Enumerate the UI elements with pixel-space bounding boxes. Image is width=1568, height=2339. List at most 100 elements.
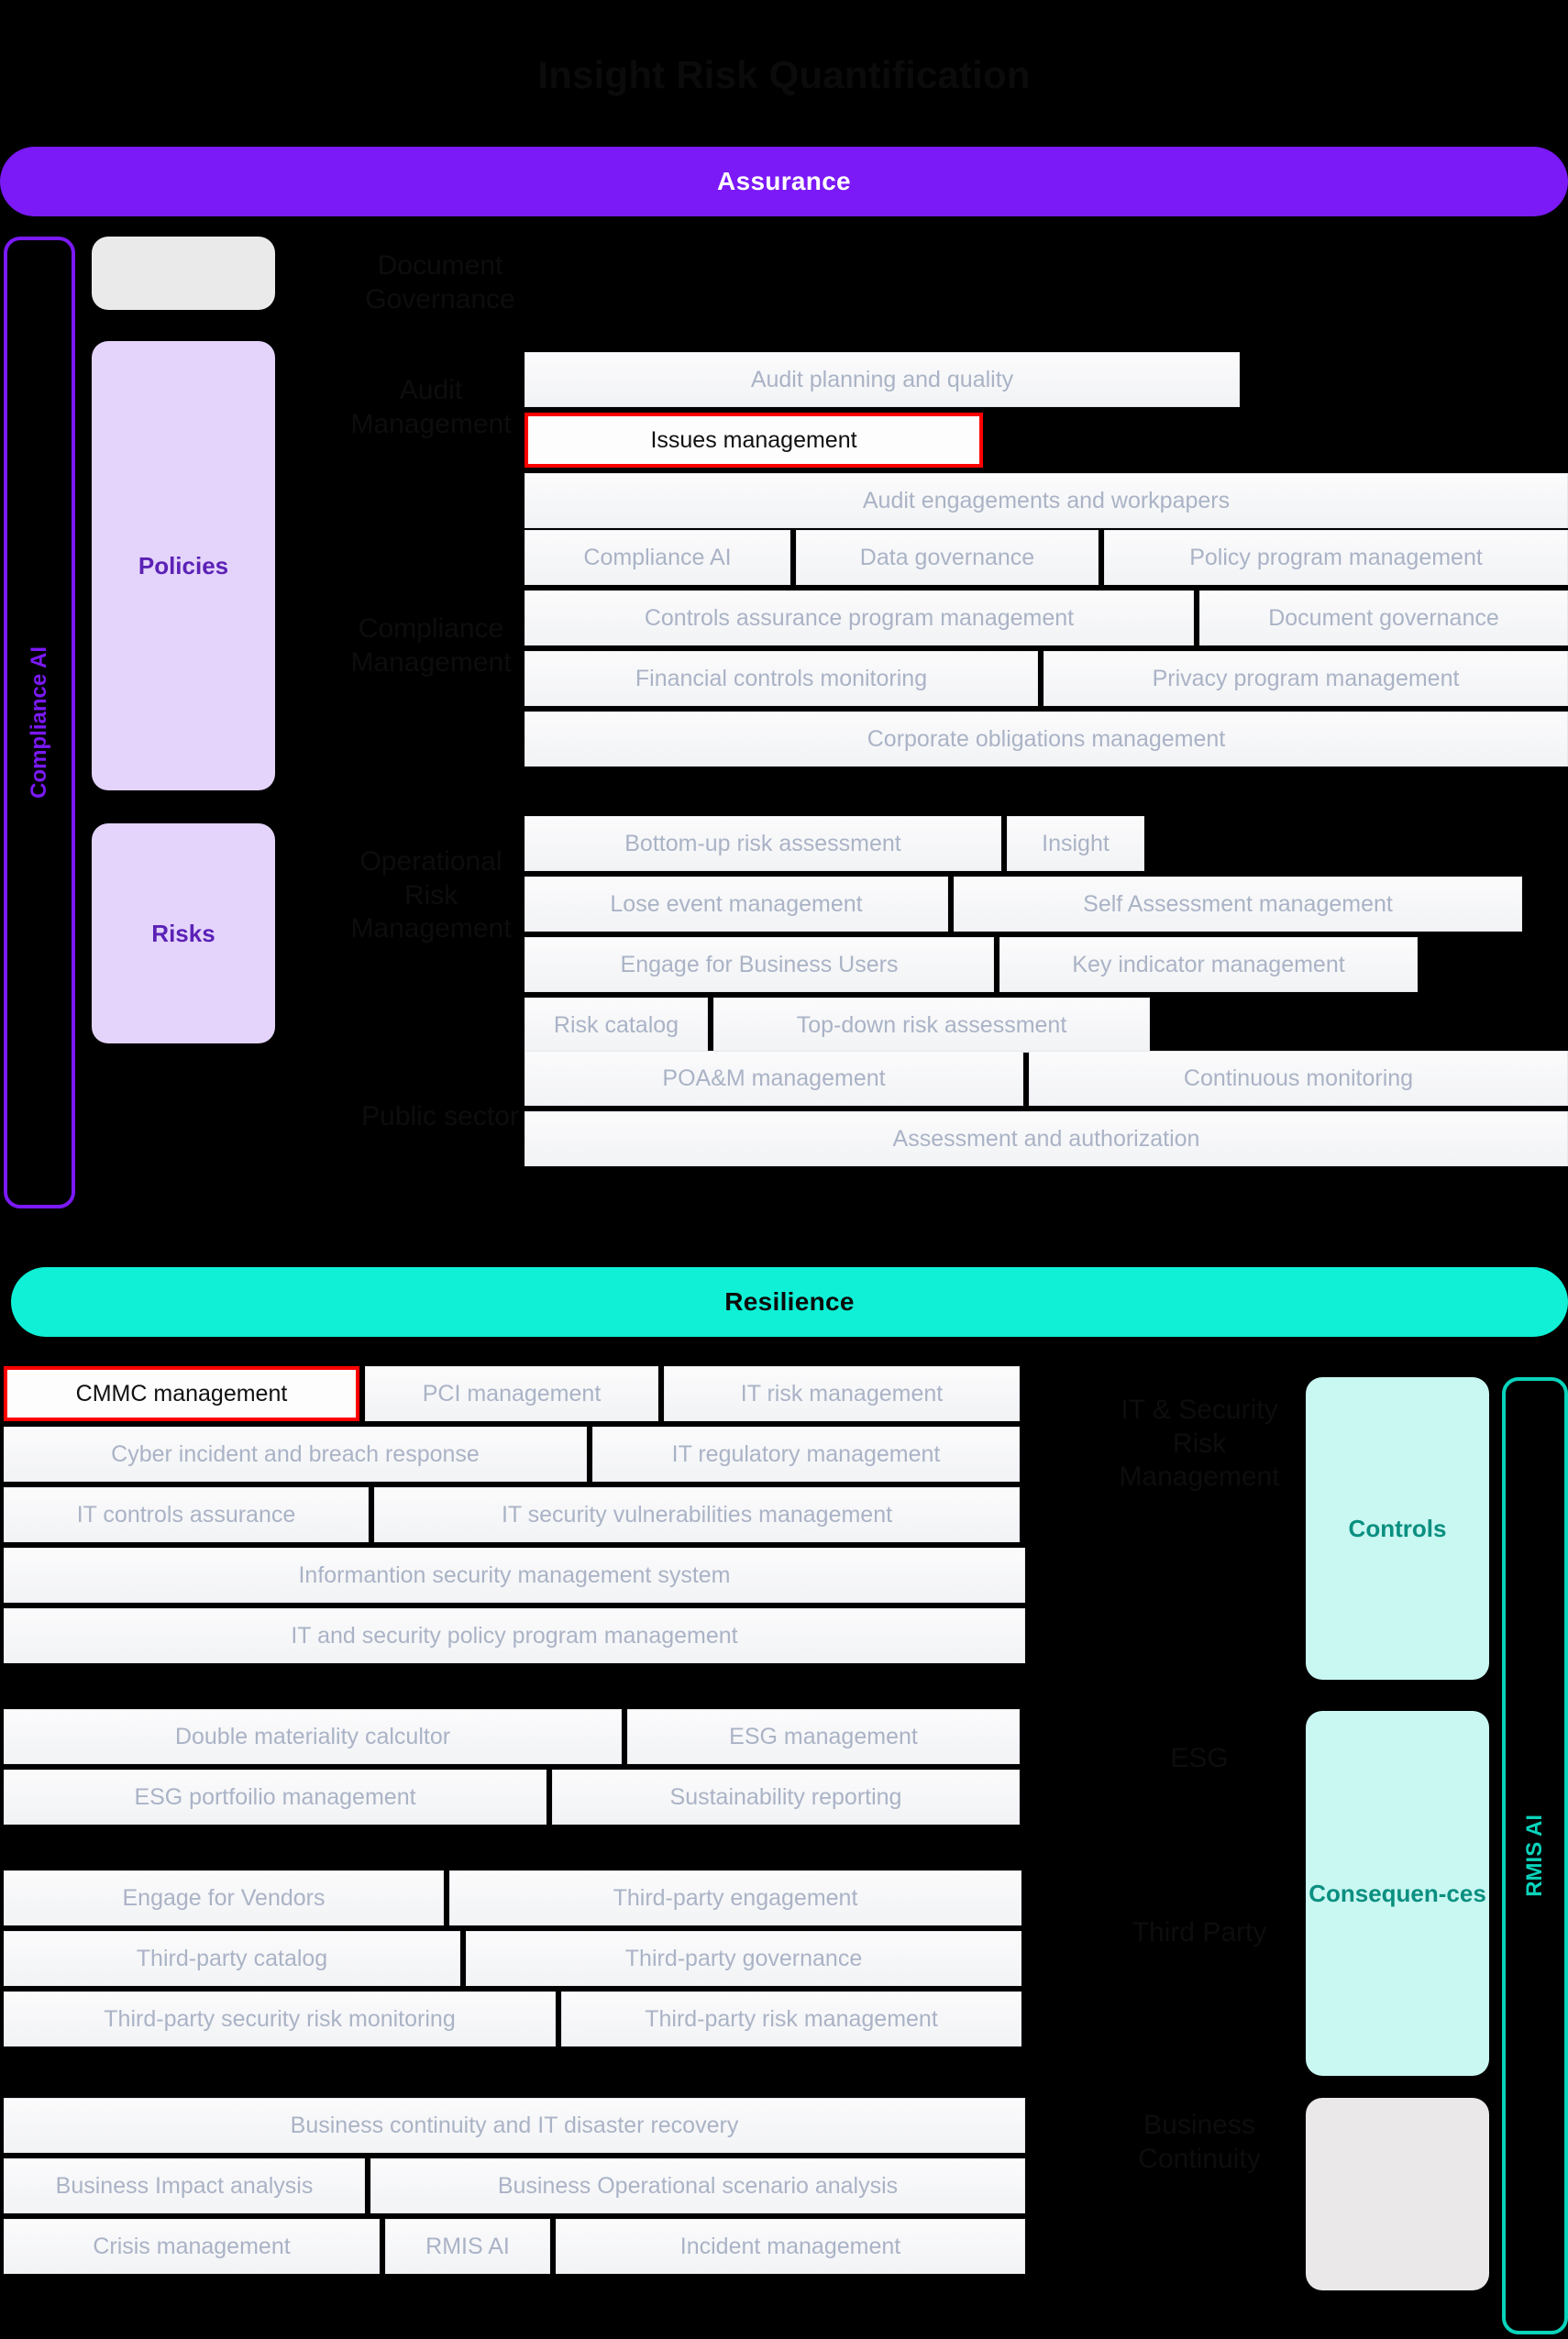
pill-controls-label: Controls	[1348, 1514, 1447, 1542]
capability-tile[interactable]: Key indicator management	[999, 937, 1418, 992]
capability-tile-label: Business continuity and IT disaster reco…	[290, 2112, 739, 2138]
capability-tile-label: PCI management	[422, 1380, 602, 1407]
capability-tile[interactable]: IT controls assurance	[4, 1487, 369, 1542]
capability-tile-label: Incident management	[679, 2233, 901, 2259]
group-compliance-management: Compliance AI Data governance Policy progr…	[525, 530, 1568, 767]
capability-tile[interactable]: Third-party risk management	[561, 1991, 1021, 2047]
capability-tile[interactable]: ESG management	[627, 1709, 1020, 1764]
row-label-document-governance: Document Governance	[365, 250, 515, 314]
pill-blank[interactable]	[1306, 2098, 1489, 2290]
group-it-security-risk-management: CMMC management PCI management IT risk man…	[4, 1366, 1025, 1663]
capability-tile-label: Assessment and authorization	[892, 1125, 1200, 1152]
capability-tile-label: IT controls assurance	[76, 1501, 296, 1528]
capability-tile-label: Corporate obligations management	[867, 725, 1226, 752]
capability-tile-label: Top-down risk assessment	[796, 1011, 1067, 1038]
row-label-business-continuity: Business Continuity	[1138, 2110, 1261, 2174]
capability-tile[interactable]: Controls assurance program management	[525, 590, 1194, 645]
capability-tile[interactable]: Risk catalog	[525, 998, 708, 1053]
capability-tile[interactable]: Insight	[1007, 816, 1144, 871]
rail-compliance-ai: Compliance AI	[4, 237, 75, 1208]
capability-tile[interactable]: Bottom-up risk assessment	[525, 816, 1001, 871]
capability-tile-label: Financial controls monitoring	[635, 665, 928, 691]
pill-consequences[interactable]: Consequen-ces	[1306, 1711, 1489, 2076]
capability-tile[interactable]: Engage for Vendors	[4, 1870, 444, 1925]
capability-tile-label: Risk catalog	[553, 1011, 679, 1038]
band-header-assurance: Assurance	[0, 147, 1568, 216]
pill-risks[interactable]: Risks	[92, 823, 275, 1043]
capability-tile[interactable]: Audit engagements and workpapers	[525, 473, 1568, 528]
capability-tile-label: CMMC management	[75, 1380, 288, 1407]
rail-rmis-ai-label: RMIS AI	[1522, 1815, 1547, 1897]
capability-tile[interactable]: RMIS AI	[385, 2219, 550, 2274]
capability-tile[interactable]: Business Operational scenario analysis	[370, 2158, 1025, 2213]
capability-tile-label: Double materiality calcultor	[174, 1723, 451, 1749]
capability-tile[interactable]: Corporate obligations management	[525, 712, 1568, 767]
capability-tile-label: RMIS AI	[425, 2233, 510, 2259]
capability-tile[interactable]: Lose event management	[525, 877, 948, 932]
capability-tile[interactable]: Privacy program management	[1043, 651, 1568, 706]
capability-tile[interactable]: Policy program management	[1104, 530, 1568, 585]
capability-tile[interactable]: Incident management	[556, 2219, 1025, 2274]
capability-tile-label: Business Impact analysis	[55, 2172, 314, 2199]
capability-tile-label: Privacy program management	[1152, 665, 1460, 691]
capability-tile[interactable]: Business continuity and IT disaster reco…	[4, 2098, 1025, 2153]
pill-risks-label: Risks	[151, 919, 215, 947]
capability-tile[interactable]: Continuous monitoring	[1029, 1051, 1568, 1106]
capability-tile-label: Engage for Business Users	[620, 951, 899, 977]
capability-tile[interactable]: Audit planning and quality	[525, 352, 1240, 407]
capability-tile[interactable]: IT and security policy program managemen…	[4, 1608, 1025, 1663]
capability-tile[interactable]: Self Assessment management	[954, 877, 1522, 932]
row-label-third-party: Third Party	[1132, 1917, 1267, 1947]
capability-tile[interactable]: Document governance	[1199, 590, 1568, 645]
capability-tile[interactable]: Engage for Business Users	[525, 937, 994, 992]
capability-tile[interactable]: Financial controls monitoring	[525, 651, 1038, 706]
capability-tile[interactable]: Cyber incident and breach response	[4, 1427, 587, 1482]
capability-tile[interactable]: POA&M management	[525, 1051, 1023, 1106]
row-label-audit-management: Audit Management	[350, 375, 512, 439]
capability-tile[interactable]: Third-party security risk monitoring	[4, 1991, 556, 2047]
capability-tile[interactable]: Compliance AI	[525, 530, 790, 585]
row-label-esg: ESG	[1170, 1743, 1229, 1773]
pill-policies-label: Policies	[138, 551, 229, 579]
row-label-it-security-risk-management: IT & Security Risk Management	[1119, 1395, 1280, 1493]
capability-tile[interactable]: Third-party engagement	[449, 1870, 1021, 1925]
capability-tile[interactable]: PCI management	[365, 1366, 658, 1421]
capability-tile[interactable]: Data governance	[796, 530, 1099, 585]
capability-tile[interactable]: IT risk management	[664, 1366, 1020, 1421]
capability-tile-label: IT regulatory management	[671, 1440, 941, 1467]
capability-tile-label: Third-party security risk monitoring	[104, 2005, 456, 2032]
capability-tile[interactable]: Informantion security management system	[4, 1548, 1025, 1603]
capability-tile[interactable]: CMMC management	[4, 1366, 359, 1421]
capability-tile-label: ESG management	[729, 1723, 918, 1749]
capability-tile-label: IT and security policy program managemen…	[291, 1622, 738, 1649]
pill-policies[interactable]: Policies	[92, 341, 275, 790]
pill-consequences-label: Consequen-ces	[1309, 1879, 1486, 1907]
capability-tile[interactable]: Third-party catalog	[4, 1931, 460, 1986]
capability-tile[interactable]: Crisis management	[4, 2219, 380, 2274]
capability-tile-label: Crisis management	[93, 2233, 291, 2259]
capability-tile[interactable]: ESG portfoilio management	[4, 1770, 547, 1825]
capability-tile[interactable]: IT security vulnerabilities management	[374, 1487, 1020, 1542]
capability-tile-label: Audit engagements and workpapers	[862, 487, 1231, 513]
capability-tile[interactable]: Third-party governance	[466, 1931, 1021, 1986]
capability-tile-label: Third-party engagement	[613, 1884, 858, 1911]
capability-tile[interactable]: Top-down risk assessment	[713, 998, 1150, 1053]
capability-tile[interactable]: Business Impact analysis	[4, 2158, 365, 2213]
row-label-operational-risk-management: Operational Risk Management	[350, 846, 512, 944]
capability-tile-label: Business Operational scenario analysis	[497, 2172, 899, 2199]
pill-controls[interactable]: Controls	[1306, 1377, 1489, 1680]
group-audit-management: Audit planning and quality Issues managem…	[525, 352, 1568, 528]
group-business-continuity: Business continuity and IT disaster reco…	[4, 2098, 1025, 2274]
capability-tile[interactable]: Sustainability reporting	[552, 1770, 1020, 1825]
capability-tile-label: Policy program management	[1189, 544, 1483, 570]
capability-tile[interactable]: Assessment and authorization	[525, 1111, 1568, 1166]
capability-tile-label: Bottom-up risk assessment	[624, 830, 901, 856]
rail-compliance-ai-label: Compliance AI	[27, 646, 51, 799]
capability-tile[interactable]: IT regulatory management	[592, 1427, 1020, 1482]
capability-tile[interactable]: Issues management	[525, 413, 983, 468]
pill-document-governance[interactable]	[92, 237, 275, 310]
capability-tile[interactable]: Double materiality calcultor	[4, 1709, 622, 1764]
capability-tile-label: POA&M management	[662, 1065, 886, 1091]
capability-tile-label: IT risk management	[740, 1380, 944, 1407]
capability-tile-label: Lose event management	[610, 890, 863, 917]
